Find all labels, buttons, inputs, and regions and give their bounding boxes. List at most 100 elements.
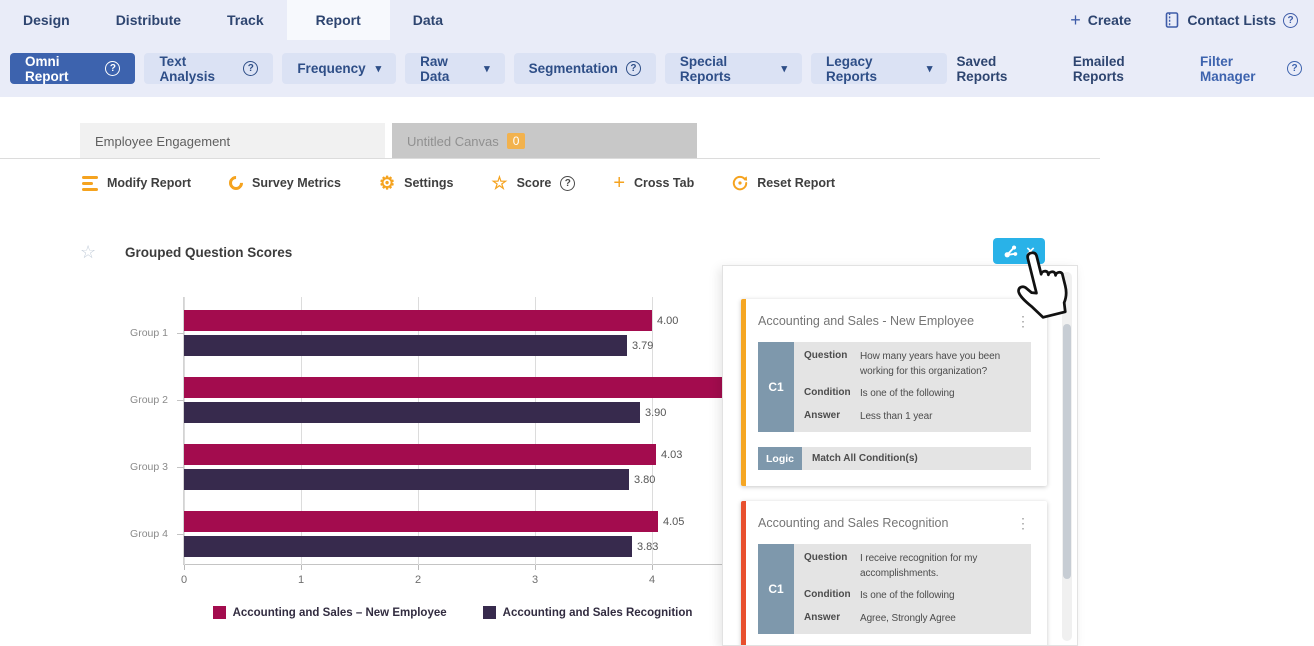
special-reports-dropdown[interactable]: Special Reports [665, 53, 802, 84]
score-button[interactable]: ☆ Score [491, 174, 575, 192]
link-label: Filter Manager [1200, 54, 1280, 84]
omni-report-button[interactable]: Omni Report [10, 53, 135, 84]
saved-reports-link[interactable]: Saved Reports [956, 54, 1040, 84]
condition-id-badge: C1 [758, 544, 794, 634]
settings-button[interactable]: ⚙ Settings [379, 174, 453, 192]
contact-lists-label: Contact Lists [1187, 12, 1276, 28]
raw-data-dropdown[interactable]: Raw Data [405, 53, 505, 84]
row-label: Answer [804, 410, 860, 425]
nav-tab-design[interactable]: Design [0, 0, 93, 40]
bar-group1-s2 [184, 335, 627, 356]
create-button[interactable]: + Create [1070, 11, 1131, 29]
row-value: Is one of the following [860, 387, 1025, 402]
header: Design Distribute Track Report Data + Cr… [0, 0, 1314, 97]
action-label: Survey Metrics [252, 176, 341, 190]
nav-tab-track[interactable]: Track [204, 0, 287, 40]
tab-label: Employee Engagement [95, 134, 230, 149]
legend-item: Accounting and Sales Recognition [483, 606, 693, 619]
top-nav-actions: + Create Contact Lists [1070, 0, 1314, 40]
filter-manager-link[interactable]: Filter Manager [1200, 54, 1302, 84]
group-axis-dash [177, 333, 184, 334]
help-icon[interactable] [626, 61, 641, 76]
segmentation-button[interactable]: Segmentation [514, 53, 656, 84]
filter-card-recognition: Accounting and Sales Recognition ⋮ C1 Qu… [741, 501, 1047, 646]
kebab-menu-icon[interactable]: ⋮ [1016, 516, 1031, 530]
frequency-dropdown[interactable]: Frequency [282, 53, 396, 84]
axis-tick-label: 1 [298, 574, 304, 586]
canvas-tab-untitled[interactable]: Untitled Canvas 0 [392, 123, 697, 159]
bar-value-label: 3.79 [632, 340, 653, 352]
logic-value: Match All Condition(s) [802, 447, 1031, 470]
tab-count-badge: 0 [507, 133, 526, 149]
button-label: Raw Data [420, 54, 474, 84]
legend-label: Accounting and Sales Recognition [503, 607, 693, 619]
legend-label: Accounting and Sales – New Employee [233, 607, 447, 619]
nav-tab-data[interactable]: Data [390, 0, 466, 40]
bar-group2-s1 [184, 377, 723, 398]
button-label: Omni Report [25, 54, 97, 84]
help-icon[interactable] [1287, 61, 1302, 76]
emailed-reports-link[interactable]: Emailed Reports [1073, 54, 1168, 84]
group-axis-dash [177, 534, 184, 535]
row-value: I receive recognition for my accomplishm… [860, 552, 1025, 581]
canvas-tab-employee-engagement[interactable]: Employee Engagement [80, 123, 385, 159]
row-label: Condition [804, 589, 860, 604]
legend-swatch-series1 [213, 606, 226, 619]
row-value: Less than 1 year [860, 410, 1025, 425]
help-icon[interactable] [1283, 13, 1298, 28]
button-label: Frequency [297, 61, 365, 76]
filter-card-new-employee: Accounting and Sales - New Employee ⋮ C1… [741, 299, 1047, 486]
report-toolbar: Omni Report Text Analysis Frequency Raw … [0, 40, 1314, 97]
cross-tab-button[interactable]: + Cross Tab [613, 173, 694, 193]
canvas-tabs: Employee Engagement Untitled Canvas 0 [80, 123, 697, 159]
reset-report-icon [732, 175, 748, 191]
axis-tick [301, 565, 302, 570]
nav-tab-distribute[interactable]: Distribute [93, 0, 204, 40]
group-label: Group 4 [130, 528, 168, 540]
condition-id-badge: C1 [758, 342, 794, 432]
survey-metrics-icon [226, 173, 246, 193]
row-value: Is one of the following [860, 589, 1025, 604]
bar-group2-s2 [184, 402, 640, 423]
survey-metrics-button[interactable]: Survey Metrics [229, 176, 341, 190]
group-label: Group 3 [130, 461, 168, 473]
help-icon[interactable] [243, 61, 258, 76]
bar-value-label: 4.05 [663, 516, 684, 528]
help-icon[interactable] [560, 176, 575, 191]
action-label: Score [517, 176, 552, 190]
axis-tick [535, 565, 536, 570]
modify-report-button[interactable]: Modify Report [82, 176, 191, 191]
help-icon[interactable] [105, 61, 120, 76]
axis-tick [652, 565, 653, 570]
axis-tick [418, 565, 419, 570]
action-label: Reset Report [757, 176, 835, 190]
report-actions: Modify Report Survey Metrics ⚙ Settings … [82, 168, 835, 198]
group-axis-dash [177, 467, 184, 468]
top-nav-tabs: Design Distribute Track Report Data [0, 0, 466, 40]
panel-scrollbar-thumb[interactable] [1063, 324, 1071, 579]
plus-icon: + [1070, 11, 1081, 29]
card-title: Accounting and Sales - New Employee [758, 314, 974, 328]
reset-report-button[interactable]: Reset Report [732, 175, 835, 191]
contact-lists-button[interactable]: Contact Lists [1165, 12, 1298, 28]
button-label: Text Analysis [159, 54, 235, 84]
favorite-star-icon[interactable]: ☆ [80, 242, 96, 263]
button-label: Legacy Reports [826, 54, 917, 84]
group-label: Group 2 [130, 394, 168, 406]
logic-row: Logic Match All Condition(s) [758, 447, 1031, 470]
legend-swatch-series2 [483, 606, 496, 619]
legend-item: Accounting and Sales – New Employee [213, 606, 447, 619]
bar-value-label: 3.80 [634, 474, 655, 486]
row-label: Condition [804, 387, 860, 402]
legacy-reports-dropdown[interactable]: Legacy Reports [811, 53, 947, 84]
row-label: Question [804, 552, 860, 581]
action-label: Modify Report [107, 176, 191, 190]
card-title: Accounting and Sales Recognition [758, 516, 948, 530]
axis-tick [184, 565, 185, 570]
cross-tab-plus-icon: + [613, 173, 625, 193]
app-screen: Design Distribute Track Report Data + Cr… [0, 0, 1314, 646]
text-analysis-button[interactable]: Text Analysis [144, 53, 273, 84]
bar-group3-s1 [184, 444, 656, 465]
nav-tab-report[interactable]: Report [287, 0, 390, 40]
axis-tick-label: 2 [415, 574, 421, 586]
